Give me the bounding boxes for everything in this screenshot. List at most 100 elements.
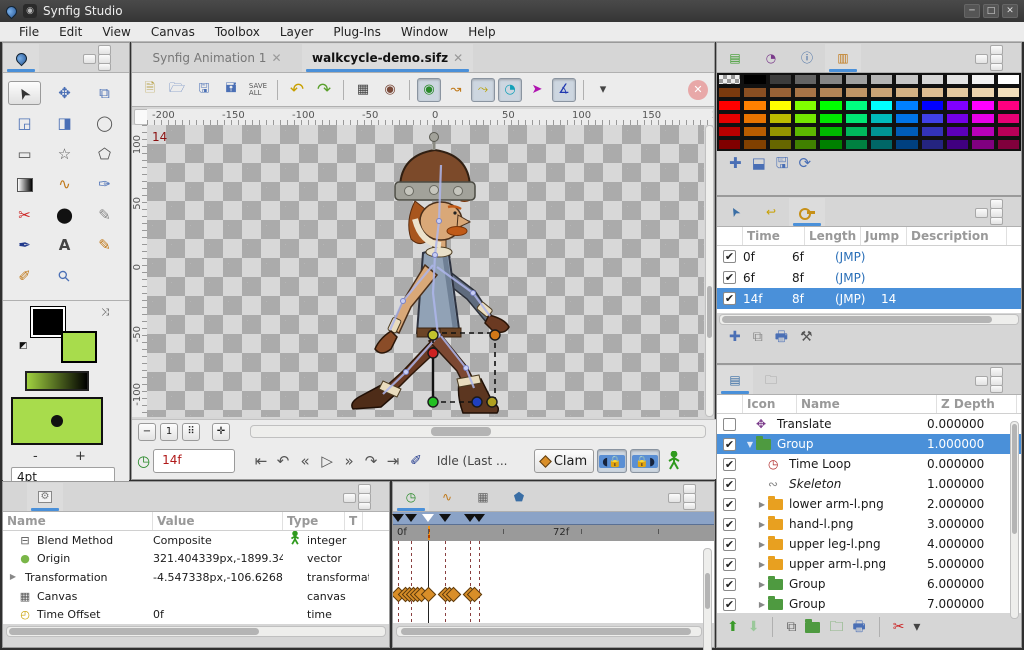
palette-swatch[interactable]	[767, 112, 793, 125]
tool-text[interactable]: A	[48, 234, 81, 258]
tool-transform[interactable]: ➤	[8, 81, 41, 105]
tool-sketch[interactable]: ✎	[88, 203, 121, 227]
palette-swatch[interactable]	[945, 125, 971, 138]
palette-swatch[interactable]	[843, 125, 869, 138]
palette-swatch[interactable]	[793, 125, 819, 138]
palette-swatch[interactable]	[869, 99, 895, 112]
tool-polygon[interactable]: ⬠	[88, 142, 121, 166]
palette-swatch[interactable]	[767, 138, 793, 151]
raise-layer-button[interactable]: ⬆	[727, 620, 739, 634]
toggle-width-handles[interactable]: ➤	[525, 78, 549, 102]
layer-expander[interactable]: ▶	[742, 500, 768, 509]
palette-swatch[interactable]	[742, 125, 768, 138]
kf-jump-link[interactable]: (JMP)	[835, 250, 881, 264]
canvas-tab-0[interactable]: Synfig Animation 1 ✕	[132, 44, 302, 72]
param-value[interactable]: 0f	[153, 608, 283, 621]
keyframe-strip[interactable]	[392, 512, 714, 525]
palette-swatch[interactable]	[894, 125, 920, 138]
param-row[interactable]: ● Origin 321.404339px,-1899.3401 vector	[3, 549, 389, 569]
layer-row[interactable]: ✔ ▶ lower arm-l.png 2.000000	[717, 494, 1021, 514]
seek-end-button[interactable]: ⇥	[383, 449, 403, 473]
new-group-button[interactable]	[805, 618, 821, 633]
tab-keyframes[interactable]	[789, 198, 825, 226]
tab-timetrack[interactable]: ◷	[393, 483, 429, 511]
palette-swatch[interactable]	[818, 86, 844, 99]
toggle-angle-handles[interactable]: ∡	[552, 77, 576, 102]
tool-brush[interactable]: ✐	[8, 264, 41, 288]
canvas-hscrollbar[interactable]	[250, 425, 706, 438]
menu-help[interactable]: Help	[459, 24, 504, 40]
layer-row[interactable]: ✔ ▼ Group 1.000000	[717, 434, 1021, 454]
menu-window[interactable]: Window	[392, 24, 457, 40]
layer-row[interactable]: ✔ ▶ hand-l.png 3.000000	[717, 514, 1021, 534]
palette-swatch[interactable]	[995, 73, 1021, 86]
toggle-radius-handles[interactable]: ◔	[498, 77, 522, 102]
palette-swatch[interactable]	[767, 125, 793, 138]
palette-swatch[interactable]	[894, 99, 920, 112]
palette-swatch[interactable]	[818, 138, 844, 151]
tool-animate[interactable]: ✑	[88, 173, 121, 197]
palette-swatch[interactable]	[945, 138, 971, 151]
layers-vscrollbar[interactable]	[1010, 421, 1019, 619]
tool-star[interactable]: ☆	[48, 142, 81, 166]
palette-swatch[interactable]	[995, 112, 1021, 125]
palette-swatch[interactable]	[742, 112, 768, 125]
keyframe-row[interactable]: ✔22f8f(JMP)	[717, 309, 1021, 313]
menu-file[interactable]: File	[10, 24, 48, 40]
keyframe-row[interactable]: ✔ 14f 8f (JMP) 14	[717, 288, 1021, 309]
lock-future-keyframe-button[interactable]: 🔒◗	[630, 449, 661, 473]
lock-past-keyframe-button[interactable]: ◖🔒	[597, 449, 628, 473]
palette-swatch[interactable]	[919, 99, 945, 112]
tool-width[interactable]: ◨	[48, 112, 81, 136]
palette-swatch[interactable]	[945, 112, 971, 125]
param-row[interactable]: ⊟ Blend Method Composite integer	[3, 531, 389, 550]
tab-close-icon[interactable]: ✕	[453, 51, 463, 65]
size-increase-button[interactable]: +	[75, 449, 86, 464]
palette-swatch[interactable]	[843, 112, 869, 125]
palette-swatch[interactable]	[894, 112, 920, 125]
palette-swatch[interactable]	[793, 138, 819, 151]
layer-visibility-checkbox[interactable]: ✔	[723, 497, 736, 511]
tab-history[interactable]: ↩	[753, 198, 789, 226]
tab-canvas-browser[interactable]: 🗀	[753, 366, 789, 394]
palette-swatch[interactable]	[869, 112, 895, 125]
tab-meta-data[interactable]: ⬟	[501, 483, 537, 511]
palette-swatch[interactable]	[894, 86, 920, 99]
palette-swatch[interactable]	[793, 99, 819, 112]
param-value[interactable]: Composite	[153, 534, 283, 547]
keyframe-marker[interactable]	[473, 514, 485, 522]
menu-view[interactable]: View	[93, 24, 139, 40]
palette-swatch[interactable]	[995, 99, 1021, 112]
kf-jump-link[interactable]: (JMP)	[835, 271, 881, 285]
tool-rectangle[interactable]: ▭	[8, 142, 41, 166]
palette-swatch[interactable]	[818, 99, 844, 112]
timetrack-ruler[interactable]: 0f 72f	[393, 525, 714, 541]
seek-begin-button[interactable]: ⇤	[251, 449, 271, 473]
tab-canvases[interactable]: ▤	[717, 44, 753, 72]
palette-swatch[interactable]	[843, 86, 869, 99]
layers-menu-button[interactable]: ▾	[913, 620, 920, 634]
layer-expander[interactable]: ▶	[742, 600, 768, 609]
palette-swatch[interactable]	[767, 73, 793, 86]
save-button[interactable]: 🖫	[192, 78, 216, 102]
toolbar-overflow-button[interactable]: ▾	[591, 78, 615, 102]
tool-scale[interactable]: ◲	[8, 112, 41, 136]
export-keyframe-button[interactable]: 🖶	[775, 330, 788, 344]
palette-swatch[interactable]	[919, 125, 945, 138]
menu-canvas[interactable]: Canvas	[142, 24, 204, 40]
menu-edit[interactable]: Edit	[50, 24, 91, 40]
import-palette-button[interactable]: ⬓	[752, 156, 766, 171]
gradient-swatch[interactable]	[25, 371, 89, 391]
palette-swatch[interactable]	[919, 73, 945, 86]
palette-swatch[interactable]	[742, 86, 768, 99]
palette-swatch[interactable]	[945, 86, 971, 99]
palette-swatch[interactable]	[919, 112, 945, 125]
tool-draw[interactable]: ✎	[88, 234, 121, 258]
expander-icon[interactable]: ▶	[5, 573, 21, 581]
toolbox-tab[interactable]	[3, 44, 39, 72]
layer-expander[interactable]: ▼	[742, 440, 756, 449]
tool-scissors[interactable]: ✂	[8, 203, 41, 227]
layer-row[interactable]: ✔ ▶ upper leg-l.png 4.000000	[717, 534, 1021, 554]
export-layer-button[interactable]: 🖶	[852, 620, 865, 634]
kf-jump-link[interactable]: (JMP)	[835, 313, 881, 314]
